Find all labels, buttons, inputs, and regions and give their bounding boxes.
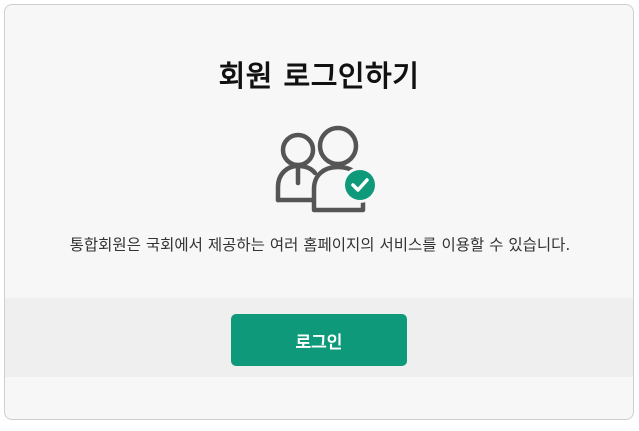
page-title: 회원 로그인하기: [218, 59, 420, 93]
login-button[interactable]: 로그인: [231, 314, 407, 366]
check-badge: [342, 167, 378, 203]
action-band: 로그인: [5, 298, 633, 377]
back-person-shape: [275, 132, 318, 203]
login-card: 회원 로그인하기 통합회원은 국회에서 제공하는 여러 홈페이지의 서비스를 이…: [4, 4, 634, 420]
service-description: 통합회원은 국회에서 제공하는 여러 홈페이지의 서비스를 이용할 수 있습니다…: [69, 236, 571, 254]
users-check-icon: [268, 121, 378, 213]
